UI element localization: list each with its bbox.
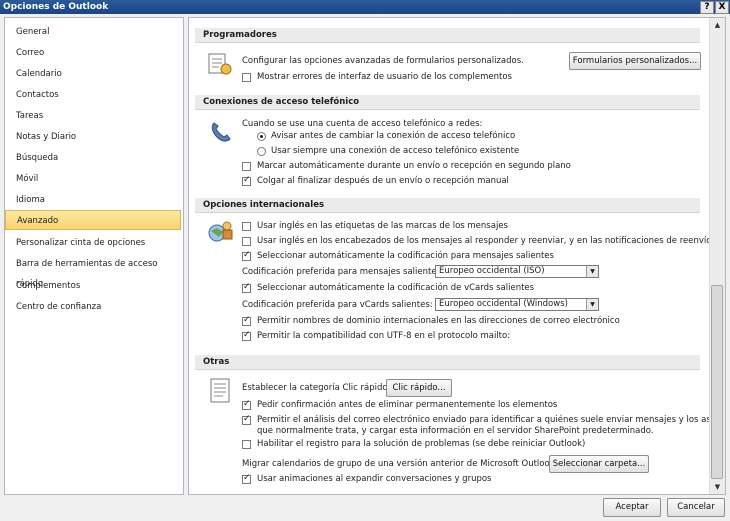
- scroll-down-arrow-icon[interactable]: ▼: [710, 480, 725, 494]
- sidebar-item-barra-acceso[interactable]: Barra de herramientas de acceso rápido: [5, 254, 181, 289]
- sidebar-item-busqueda[interactable]: Búsqueda: [5, 148, 181, 168]
- close-button[interactable]: X: [715, 1, 729, 14]
- show-addin-errors-label: Mostrar errores de interfaz de usuario d…: [257, 72, 512, 82]
- hang-up-label: Colgar al finalizar después de un envío …: [257, 176, 509, 186]
- troubleshoot-logging-label: Habilitar el registro para la solución d…: [257, 439, 586, 449]
- migrate-calendars-label: Migrar calendarios de grupo de una versi…: [242, 459, 558, 469]
- english-headers-checkbox[interactable]: [242, 237, 251, 246]
- english-flags-label: Usar inglés en las etiquetas de las marc…: [257, 221, 508, 231]
- sidebar-item-notas[interactable]: Notas y Diario: [5, 127, 181, 147]
- scroll-up-arrow-icon[interactable]: ▲: [710, 18, 725, 32]
- section-header-internacionales: Opciones internacionales: [195, 198, 700, 213]
- options-sidebar: General Correo Calendario Contactos Tare…: [4, 17, 184, 495]
- intl-domains-label: Permitir nombres de dominio internaciona…: [257, 316, 620, 326]
- custom-forms-description: Configurar las opciones avanzadas de for…: [242, 56, 524, 66]
- vcard-encoding-value: Europeo occidental (Windows): [439, 299, 568, 309]
- warn-before-switch-label: Avisar antes de cambiar la conexión de a…: [271, 131, 516, 141]
- custom-forms-icon: [208, 53, 232, 75]
- sidebar-item-contactos[interactable]: Contactos: [5, 85, 181, 105]
- custom-forms-button[interactable]: Formularios personalizados...: [569, 52, 701, 70]
- auto-encoding-checkbox[interactable]: [242, 250, 251, 261]
- phone-icon: [211, 122, 231, 142]
- globe-people-icon: [208, 221, 233, 242]
- animations-label: Usar animaciones al expandir conversacio…: [257, 474, 492, 484]
- sidebar-item-complementos[interactable]: Complementos: [5, 276, 181, 296]
- vcard-encoding-label: Codificación preferida para vCards salie…: [242, 300, 433, 310]
- troubleshoot-logging-checkbox[interactable]: [242, 440, 251, 449]
- english-headers-label: Usar inglés en los encabezados de los me…: [257, 236, 715, 246]
- auto-encoding-label: Seleccionar automáticamente la codificac…: [257, 251, 554, 261]
- sidebar-item-avanzado[interactable]: Avanzado: [5, 210, 181, 230]
- show-addin-errors-checkbox[interactable]: [242, 73, 251, 82]
- vcard-encoding-select[interactable]: Europeo occidental (Windows) ▼: [435, 298, 599, 311]
- window-title: Opciones de Outlook: [3, 2, 109, 12]
- sidebar-item-correo[interactable]: Correo: [5, 43, 181, 63]
- section-header-otras: Otras: [195, 355, 700, 370]
- cancel-button[interactable]: Cancelar: [667, 498, 725, 517]
- email-analysis-checkbox[interactable]: [242, 414, 251, 425]
- chevron-down-icon: ▼: [586, 299, 598, 310]
- list-document-icon: [210, 378, 230, 403]
- intl-domains-checkbox[interactable]: [242, 315, 251, 326]
- auto-dial-checkbox[interactable]: [242, 162, 251, 171]
- always-use-existing-label: Usar siempre una conexión de acceso tele…: [271, 146, 520, 156]
- sidebar-item-centro-confianza[interactable]: Centro de confianza: [5, 297, 181, 317]
- section-header-programadores: Programadores: [195, 28, 700, 43]
- accept-button[interactable]: Aceptar: [603, 498, 661, 517]
- always-use-existing-radio[interactable]: [257, 147, 266, 156]
- section-header-conexiones: Conexiones de acceso telefónico: [195, 95, 700, 110]
- warn-before-switch-radio[interactable]: [257, 132, 266, 141]
- options-panel: Programadores Configurar las opciones av…: [188, 17, 726, 495]
- help-button[interactable]: ?: [700, 1, 714, 14]
- outgoing-encoding-select[interactable]: Europeo occidental (ISO) ▼: [435, 265, 599, 278]
- confirm-delete-label: Pedir confirmación antes de eliminar per…: [257, 400, 558, 410]
- chevron-down-icon: ▼: [586, 266, 598, 277]
- select-folder-button[interactable]: Seleccionar carpeta...: [549, 455, 649, 473]
- dialup-description: Cuando se use una cuenta de acceso telef…: [242, 119, 483, 129]
- animations-checkbox[interactable]: [242, 473, 251, 484]
- confirm-delete-checkbox[interactable]: [242, 399, 251, 410]
- hang-up-checkbox[interactable]: [242, 175, 251, 186]
- email-analysis-label-line1: Permitir el análisis del correo electrón…: [257, 415, 726, 425]
- sidebar-item-general[interactable]: General: [5, 22, 181, 42]
- sidebar-item-tareas[interactable]: Tareas: [5, 106, 181, 126]
- utf8-mailto-label: Permitir la compatibilidad con UTF-8 en …: [257, 331, 511, 341]
- sidebar-item-movil[interactable]: Móvil: [5, 169, 181, 189]
- utf8-mailto-checkbox[interactable]: [242, 330, 251, 341]
- sidebar-item-calendario[interactable]: Calendario: [5, 64, 181, 84]
- auto-vcard-checkbox[interactable]: [242, 282, 251, 293]
- auto-vcard-label: Seleccionar automáticamente la codificac…: [257, 283, 535, 293]
- quick-click-label: Establecer la categoría Clic rápido:: [242, 383, 391, 393]
- english-flags-checkbox[interactable]: [242, 222, 251, 231]
- quick-click-button[interactable]: Clic rápido...: [386, 379, 452, 397]
- auto-dial-label: Marcar automáticamente durante un envío …: [257, 161, 571, 171]
- outgoing-encoding-label: Codificación preferida para mensajes sal…: [242, 267, 444, 277]
- sidebar-item-idioma[interactable]: Idioma: [5, 190, 181, 210]
- outgoing-encoding-value: Europeo occidental (ISO): [439, 266, 545, 276]
- title-bar: Opciones de Outlook ? X: [0, 0, 730, 14]
- scrollbar-thumb[interactable]: [711, 285, 723, 479]
- vertical-scrollbar[interactable]: ▲ ▼: [709, 18, 725, 494]
- email-analysis-label-line2: que normalmente trata, y cargar esta inf…: [257, 426, 654, 436]
- sidebar-item-cinta[interactable]: Personalizar cinta de opciones: [5, 233, 181, 253]
